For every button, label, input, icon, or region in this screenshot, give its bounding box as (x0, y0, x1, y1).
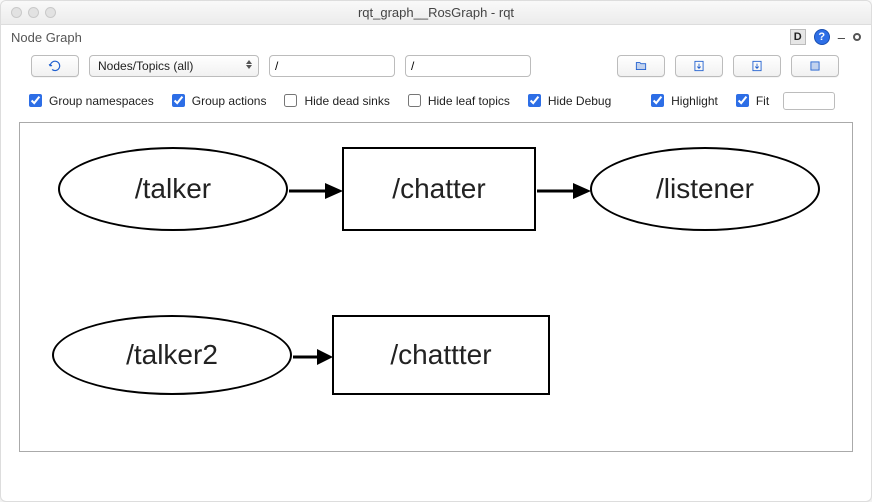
image-icon (808, 59, 822, 73)
restore-panel-button[interactable] (853, 33, 861, 41)
fit-box[interactable] (736, 94, 749, 107)
group-actions-check[interactable]: Group actions (168, 91, 267, 110)
export-button-row (617, 55, 839, 77)
highlight-box[interactable] (651, 94, 664, 107)
view-mode-select[interactable]: Nodes/Topics (all) (89, 55, 259, 77)
open-file-button[interactable] (617, 55, 665, 77)
node-talker-label: /talker (135, 173, 211, 205)
node-listener[interactable]: /listener (590, 147, 820, 231)
refresh-button[interactable] (31, 55, 79, 77)
node-talker2-label: /talker2 (126, 339, 218, 371)
minimize-button[interactable] (28, 7, 39, 18)
refresh-icon (48, 59, 62, 73)
group-namespaces-label: Group namespaces (49, 94, 154, 108)
save-icon (692, 59, 706, 73)
topic-chatter[interactable]: /chatter (342, 147, 536, 231)
hide-dead-sinks-check[interactable]: Hide dead sinks (280, 91, 389, 110)
panel-title: Node Graph (11, 30, 82, 45)
zoom-button[interactable] (45, 7, 56, 18)
group-namespaces-box[interactable] (29, 94, 42, 107)
arrow-talker-chatter (289, 179, 343, 203)
window-title: rqt_graph__RosGraph - rqt (9, 5, 863, 20)
hide-leaf-topics-label: Hide leaf topics (428, 94, 510, 108)
chevron-updown-icon (246, 60, 252, 69)
group-actions-box[interactable] (172, 94, 185, 107)
titlebar: rqt_graph__RosGraph - rqt (1, 1, 871, 25)
node-listener-label: /listener (656, 173, 754, 205)
panel-header: Node Graph D ? – (1, 25, 871, 51)
fit-label: Fit (756, 94, 769, 108)
highlight-label: Highlight (671, 94, 718, 108)
save-svg-button[interactable] (733, 55, 781, 77)
arrow-chatter-listener (537, 179, 591, 203)
close-button[interactable] (11, 7, 22, 18)
arrow-talker2-chattter (293, 345, 333, 369)
hide-dead-sinks-box[interactable] (284, 94, 297, 107)
save-image-icon (750, 59, 764, 73)
minimize-panel-button[interactable]: – (838, 30, 845, 45)
hide-leaf-topics-check[interactable]: Hide leaf topics (404, 91, 510, 110)
topic-chattter-label: /chattter (390, 339, 491, 371)
topic-chattter[interactable]: /chattter (332, 315, 550, 395)
save-dot-button[interactable] (675, 55, 723, 77)
help-button[interactable]: ? (814, 29, 830, 45)
traffic-lights (11, 7, 56, 18)
node-talker[interactable]: /talker (58, 147, 288, 231)
fit-check[interactable]: Fit (732, 91, 769, 110)
select-value: Nodes/Topics (all) (98, 59, 193, 73)
hide-debug-label: Hide Debug (548, 94, 611, 108)
topic-filter-input[interactable] (405, 55, 531, 77)
highlight-check[interactable]: Highlight (647, 91, 718, 110)
toolbar: Nodes/Topics (all) (1, 51, 871, 87)
group-actions-label: Group actions (192, 94, 267, 108)
hide-leaf-topics-box[interactable] (408, 94, 421, 107)
node-filter-input[interactable] (269, 55, 395, 77)
hide-debug-box[interactable] (528, 94, 541, 107)
open-icon (634, 59, 648, 73)
fit-zoom-input[interactable] (783, 92, 835, 110)
options-row: Group namespaces Group actions Hide dead… (1, 87, 871, 114)
dock-button[interactable]: D (790, 29, 806, 45)
topic-chatter-label: /chatter (392, 173, 485, 205)
save-png-button[interactable] (791, 55, 839, 77)
hide-dead-sinks-label: Hide dead sinks (304, 94, 389, 108)
node-talker2[interactable]: /talker2 (52, 315, 292, 395)
group-namespaces-check[interactable]: Group namespaces (25, 91, 154, 110)
graph-canvas[interactable]: /talker /chatter /listener /talker2 /cha… (19, 122, 853, 452)
app-window: rqt_graph__RosGraph - rqt Node Graph D ?… (0, 0, 872, 502)
hide-debug-check[interactable]: Hide Debug (524, 91, 611, 110)
